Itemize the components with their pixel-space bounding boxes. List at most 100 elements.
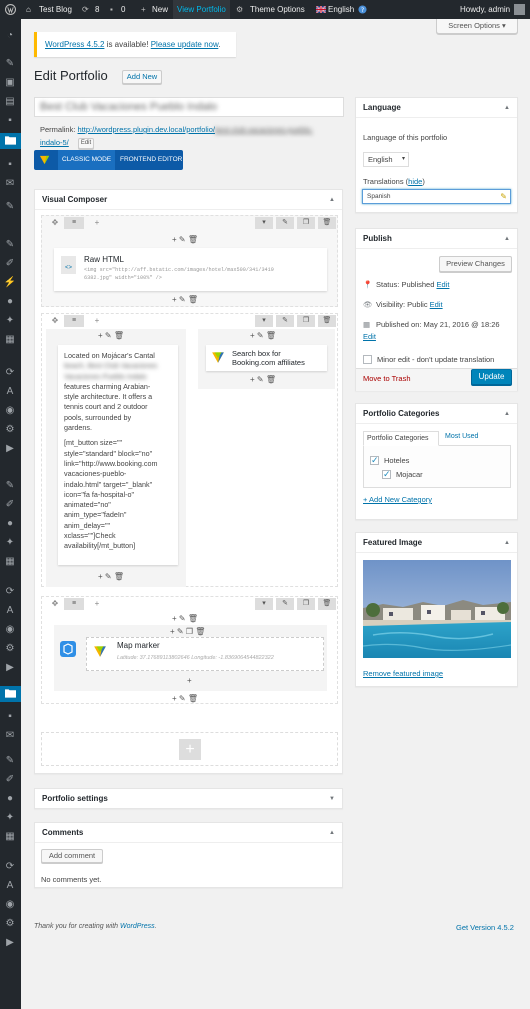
users-icon[interactable]: ● [3, 517, 17, 531]
column-controls[interactable]: + ✎ 🗑 [172, 694, 198, 704]
vc-inner-container[interactable]: + ✎ ❐ 🗑 Map marker Latitude: 37.17689113… [54, 625, 327, 691]
collapse-arrow-icon[interactable]: ▲ [329, 823, 335, 843]
comments-menu-icon[interactable]: ▪ [3, 114, 17, 128]
update-button[interactable]: Update [471, 369, 512, 385]
play-icon[interactable]: ▶ [3, 442, 17, 456]
post-title-input[interactable]: Best Club Vacaciones Pueblo Indalo [34, 97, 344, 117]
gear-icon[interactable]: ⚙ [236, 0, 243, 19]
permalink-edit-button[interactable]: Edit [78, 138, 94, 149]
settings-icon[interactable]: ▦ [3, 830, 17, 844]
translate-icon[interactable]: A [3, 879, 17, 893]
row-delete-button[interactable]: 🗑 [318, 598, 336, 610]
tools-wrench-icon[interactable]: ✦ [3, 314, 17, 328]
tools-wrench-icon[interactable]: ✦ [3, 811, 17, 825]
mojacar-checkbox[interactable] [382, 469, 391, 480]
column-controls[interactable]: + ✎ 🗑 [172, 614, 198, 624]
howdy-user[interactable]: Howdy, admin [460, 0, 510, 19]
column-controls[interactable]: + ✎ 🗑 [250, 375, 276, 385]
collapse-arrow-icon[interactable]: ▲ [504, 404, 510, 424]
row-clone-button[interactable]: ❐ [297, 217, 315, 229]
wordpress-version-link[interactable]: WordPress 4.5.2 [45, 40, 104, 49]
seo-icon[interactable]: ◉ [3, 623, 17, 637]
column-controls[interactable]: + ✎ 🗑 [250, 331, 276, 341]
move-to-trash-link[interactable]: Move to Trash [363, 374, 411, 383]
row-edit-button[interactable]: ✎ [276, 217, 294, 229]
menu-item-icon-a[interactable]: ▪ [3, 158, 17, 172]
hoteles-checkbox[interactable] [370, 455, 379, 466]
row-clone-button[interactable]: ❐ [297, 598, 315, 610]
language-switcher[interactable]: English [328, 0, 354, 19]
column-controls[interactable]: + ✎ 🗑 [172, 235, 198, 245]
move-icon[interactable]: ✥ [50, 316, 60, 326]
refresh-icon[interactable]: ⟳ [3, 860, 17, 874]
tab-portfolio-categories[interactable]: Portfolio Categories [363, 431, 439, 446]
help-icon[interactable]: ? [358, 0, 367, 19]
portfolio-folder-icon[interactable] [0, 133, 21, 149]
spanish-translation-field[interactable]: Spanish ✎ [362, 189, 511, 204]
expand-arrow-icon[interactable]: ▼ [329, 789, 335, 809]
row-collapse-button[interactable]: ▾ [255, 217, 273, 229]
site-name-link[interactable]: Test Blog [39, 0, 72, 19]
column-controls[interactable]: + ✎ 🗑 [98, 572, 124, 582]
users-icon[interactable]: ● [3, 295, 17, 309]
language-select[interactable]: English ▾ [363, 152, 409, 167]
minor-edit-checkbox[interactable] [363, 355, 372, 364]
container-controls[interactable]: + ✎ ❐ 🗑 [170, 627, 205, 637]
tab-most-used[interactable]: Most Used [445, 433, 478, 440]
add-column-icon[interactable]: + [92, 218, 102, 228]
theme-options-link[interactable]: Theme Options [250, 0, 305, 19]
site-home-icon[interactable]: ⌂ [26, 0, 31, 19]
row-delete-button[interactable]: 🗑 [318, 315, 336, 327]
add-comment-button[interactable]: Add comment [41, 849, 103, 863]
add-column-icon[interactable]: + [92, 316, 102, 326]
gear-icon[interactable]: ⚙ [3, 423, 17, 437]
classic-mode-button[interactable]: CLASSIC MODE [58, 150, 116, 170]
pin-icon[interactable]: ✎ [3, 479, 17, 493]
tools-wrench-icon[interactable]: ✦ [3, 536, 17, 550]
seo-icon[interactable]: ◉ [3, 404, 17, 418]
menu-item-icon-a[interactable]: ▪ [3, 710, 17, 724]
permalink-slug[interactable]: best-club-vacaciones-pueblo- [215, 125, 313, 134]
portfolio-settings-panel[interactable]: Portfolio settings ▼ [34, 788, 343, 809]
plus-icon[interactable]: + [141, 0, 146, 19]
row-collapse-button[interactable]: ▾ [255, 315, 273, 327]
gear-icon[interactable]: ⚙ [3, 642, 17, 656]
appearance-brush-icon[interactable]: ✐ [3, 773, 17, 787]
row-clone-button[interactable]: ❐ [297, 315, 315, 327]
pages-icon[interactable]: ▤ [3, 95, 17, 109]
pin-icon[interactable]: ✎ [3, 238, 17, 252]
screen-options-button[interactable]: Screen Options ▾ [436, 19, 518, 34]
plugins-icon[interactable]: ⚡ [3, 276, 17, 290]
frontend-editor-button[interactable]: FRONTEND EDITOR [116, 150, 186, 170]
wordpress-logo-icon[interactable] [5, 0, 16, 19]
permalink-url-end[interactable]: indalo-5/ [40, 138, 69, 147]
move-icon[interactable]: ✥ [50, 599, 60, 609]
featured-image-thumbnail[interactable] [363, 560, 511, 658]
dashboard-icon[interactable]: ◔ [3, 29, 17, 43]
wordpress-link[interactable]: WordPress [120, 923, 155, 930]
appearance-brush-icon[interactable]: ✐ [3, 257, 17, 271]
refresh-icon[interactable]: ⟳ [3, 366, 17, 380]
updates-count[interactable]: 8 [95, 0, 99, 19]
permalink-url[interactable]: http://wordpress.plugin.dev.local/portfo… [78, 125, 215, 134]
visibility-edit-link[interactable]: Edit [430, 300, 443, 309]
collapse-arrow-icon[interactable]: ▲ [504, 98, 510, 118]
updates-icon[interactable]: ⟳ [82, 0, 89, 19]
comments-icon[interactable]: ▪ [110, 0, 113, 19]
comments-count[interactable]: 0 [121, 0, 125, 19]
vc-column-right[interactable]: + ✎ 🗑 Search box for Booking.com affilia… [198, 329, 335, 389]
users-icon[interactable]: ● [3, 792, 17, 806]
row-edit-button[interactable]: ✎ [276, 598, 294, 610]
pencil-icon[interactable]: ✎ [500, 190, 507, 203]
status-edit-link[interactable]: Edit [437, 280, 450, 289]
gear-icon[interactable]: ⚙ [3, 917, 17, 931]
preview-changes-button[interactable]: Preview Changes [439, 256, 512, 272]
column-controls[interactable]: + ✎ 🗑 [98, 331, 124, 341]
translate-icon[interactable]: A [3, 604, 17, 618]
add-row-plus-icon[interactable]: + [179, 739, 201, 760]
vc-row[interactable]: ✥ ≡ + ▾ ✎ ❐ 🗑 + ✎ 🗑 Located on Mojácar's… [41, 313, 338, 587]
uk-flag-icon[interactable] [315, 0, 327, 19]
text-block-element[interactable]: Located on Mojácar's Cantal beach, Best … [58, 345, 178, 565]
settings-icon[interactable]: ▦ [3, 555, 17, 569]
add-row-area[interactable]: + [41, 732, 338, 766]
